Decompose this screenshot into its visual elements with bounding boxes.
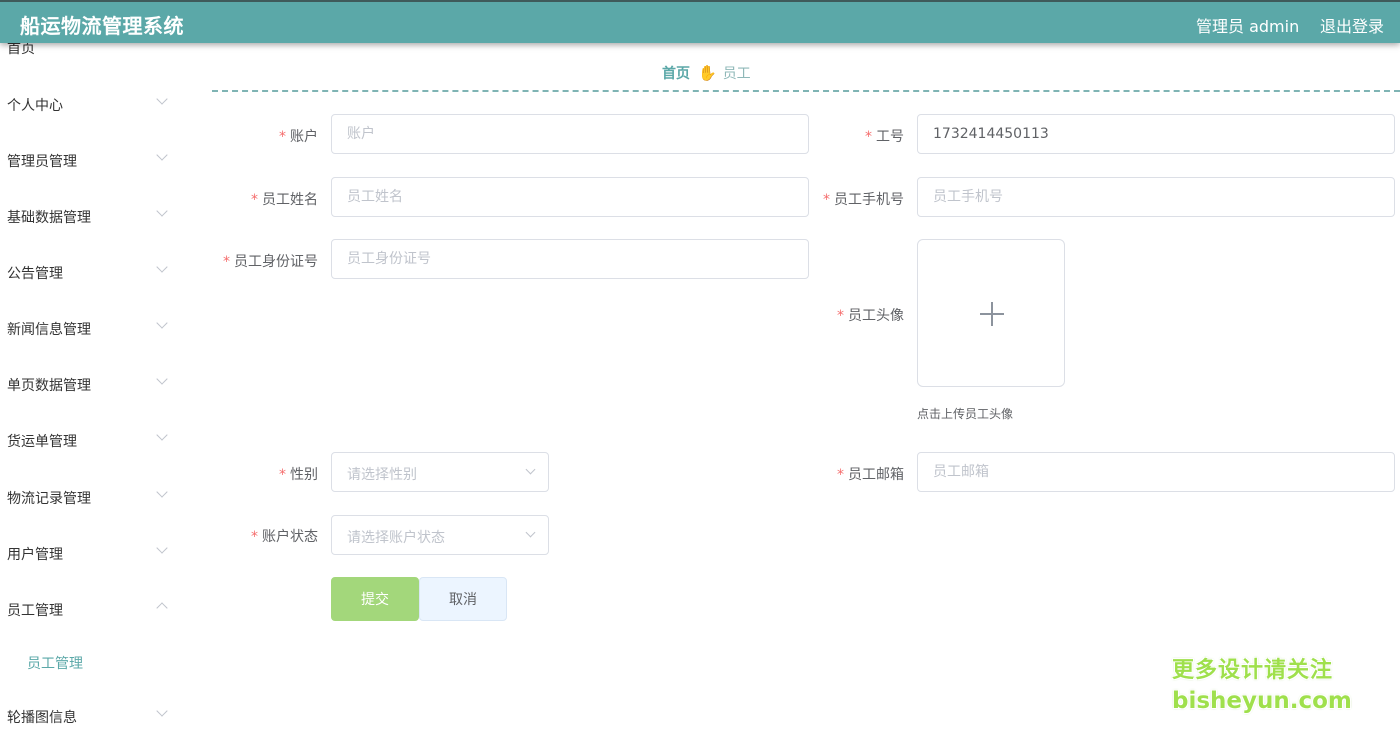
label-text: 员工姓名 (262, 192, 318, 208)
sidebar-subitem-staff[interactable]: 员工管理 (27, 653, 83, 673)
label-text: 员工邮箱 (848, 467, 904, 483)
sidebar-item-label: 物流记录管理 (7, 491, 91, 507)
cancel-button[interactable]: 取消 (419, 577, 507, 621)
sidebar-item-label: 员工管理 (7, 603, 63, 619)
app-title: 船运物流管理系统 (20, 14, 184, 38)
job-no-input[interactable] (917, 114, 1395, 154)
sidebar-item-label: 新闻信息管理 (7, 322, 91, 338)
chevron-down-icon (156, 542, 168, 554)
top-header: 船运物流管理系统 管理员 admin 退出登录 (0, 0, 1400, 43)
required-mark: * (823, 192, 830, 208)
chevron-down-icon (156, 429, 168, 441)
name-label: * 员工姓名 (220, 189, 318, 209)
job-no-label: * 工号 (820, 126, 904, 146)
sidebar: 首页 个人中心 管理员管理 基础数据管理 公告管理 新闻信息管理 单页数据管理 … (0, 0, 185, 735)
required-mark: * (251, 192, 258, 208)
gender-label: * 性别 (240, 464, 318, 484)
label-text: 员工手机号 (834, 192, 904, 208)
required-mark: * (279, 467, 286, 483)
breadcrumb: 首页 ✋ 员工 (662, 63, 751, 83)
sidebar-item-users[interactable]: 用户管理 (7, 542, 177, 568)
chevron-down-icon (156, 317, 168, 329)
required-mark: * (837, 467, 844, 483)
chevron-down-icon (156, 705, 168, 717)
sidebar-item-staff[interactable]: 员工管理 (7, 600, 177, 624)
sidebar-item-logistics[interactable]: 物流记录管理 (7, 486, 177, 512)
breadcrumb-home[interactable]: 首页 (662, 63, 690, 83)
phone-input[interactable] (917, 177, 1395, 217)
chevron-down-icon (156, 149, 168, 161)
required-mark: * (865, 129, 872, 145)
chevron-down-icon (156, 93, 168, 105)
email-input[interactable] (917, 452, 1395, 492)
name-input[interactable] (331, 177, 809, 217)
logout-link[interactable]: 退出登录 (1320, 13, 1384, 37)
sidebar-item-label: 用户管理 (7, 547, 63, 563)
breadcrumb-current: 员工 (722, 66, 751, 82)
watermark: 更多设计请关注 bisheyun.com (1172, 656, 1352, 716)
upload-tip: 点击上传员工头像 (917, 407, 1014, 421)
label-text: 工号 (876, 129, 904, 145)
sidebar-item-carousel[interactable]: 轮播图信息 (7, 705, 177, 731)
label-text: 账户状态 (262, 529, 318, 545)
chevron-down-icon (525, 464, 536, 475)
sidebar-item-label: 基础数据管理 (7, 210, 91, 226)
select-placeholder: 请选择性别 (347, 467, 417, 483)
watermark-line2: bisheyun.com (1172, 688, 1352, 714)
current-user: 管理员 admin (1196, 17, 1300, 36)
label-text: 员工身份证号 (234, 254, 318, 270)
phone-label: * 员工手机号 (804, 189, 904, 209)
email-label: * 员工邮箱 (820, 464, 904, 484)
account-input[interactable] (331, 114, 809, 154)
avatar-label: * 员工头像 (820, 305, 904, 325)
breadcrumb-divider (212, 90, 1400, 92)
watermark-line1: 更多设计请关注 (1172, 658, 1334, 683)
sidebar-item-waybill[interactable]: 货运单管理 (7, 429, 177, 455)
chevron-down-icon (156, 373, 168, 385)
required-mark: * (279, 129, 286, 145)
sidebar-item-label: 轮播图信息 (7, 710, 77, 726)
id-card-input[interactable] (331, 239, 809, 279)
chevron-down-icon (156, 486, 168, 498)
avatar-uploader[interactable] (917, 239, 1065, 387)
id-card-label: * 员工身份证号 (200, 251, 318, 271)
sidebar-item-label: 公告管理 (7, 266, 63, 282)
required-mark: * (837, 308, 844, 324)
sidebar-item-label: 个人中心 (7, 98, 63, 114)
chevron-down-icon (525, 527, 536, 538)
sidebar-item-notice[interactable]: 公告管理 (7, 261, 177, 287)
chevron-down-icon (156, 261, 168, 273)
gender-select[interactable]: 请选择性别 (331, 452, 549, 492)
plus-icon-vertical (991, 302, 993, 326)
label-text: 账户 (290, 129, 318, 145)
hand-separator-icon: ✋ (698, 64, 717, 82)
status-label: * 账户状态 (220, 526, 318, 546)
submit-button[interactable]: 提交 (331, 577, 419, 621)
required-mark: * (223, 254, 230, 270)
sidebar-item-admin[interactable]: 管理员管理 (7, 149, 177, 175)
sidebar-item-profile[interactable]: 个人中心 (7, 93, 177, 119)
chevron-up-icon (156, 602, 168, 614)
sidebar-item-label: 单页数据管理 (7, 378, 91, 394)
sidebar-item-single-page[interactable]: 单页数据管理 (7, 373, 177, 399)
status-select[interactable]: 请选择账户状态 (331, 515, 549, 555)
sidebar-item-label: 管理员管理 (7, 154, 77, 170)
sidebar-item-label: 货运单管理 (7, 434, 77, 450)
required-mark: * (251, 529, 258, 545)
account-label: * 账户 (240, 126, 318, 146)
chevron-down-icon (156, 205, 168, 217)
sidebar-item-news[interactable]: 新闻信息管理 (7, 317, 177, 343)
select-placeholder: 请选择账户状态 (347, 530, 445, 546)
label-text: 员工头像 (848, 308, 904, 324)
sidebar-item-basic-data[interactable]: 基础数据管理 (7, 205, 177, 231)
label-text: 性别 (290, 467, 318, 483)
